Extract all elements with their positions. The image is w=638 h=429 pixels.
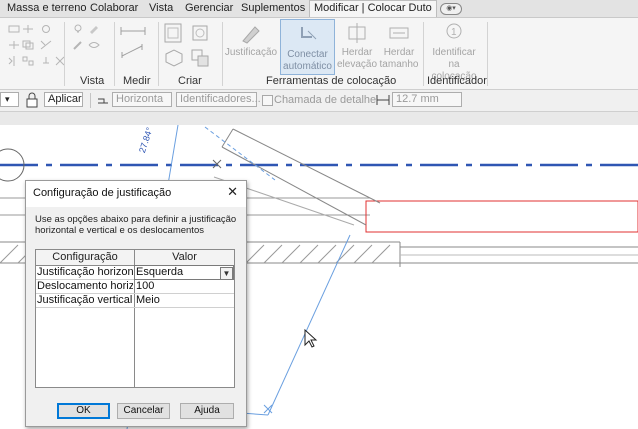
- inherit-elevation-icon: [348, 23, 366, 43]
- panel-label-medir: Medir: [123, 75, 151, 87]
- tab-gerenciar[interactable]: Gerenciar: [185, 2, 233, 14]
- inherit-elevation-button[interactable]: Herdar elevação: [337, 21, 377, 73]
- guide-line-right: [267, 234, 351, 416]
- callout-label: Chamada de detalhe: [274, 94, 377, 106]
- justification-dialog: Configuração de justificação ✕ Use as op…: [25, 180, 247, 427]
- ribbon: Vista Medir Criar Justificação Conectar a…: [0, 18, 638, 90]
- svg-text:1: 1: [451, 27, 457, 38]
- create-assembly-icon[interactable]: [190, 23, 210, 43]
- auto-connect-button[interactable]: Conectar automático: [280, 19, 335, 75]
- cancel-button[interactable]: Cancelar: [117, 403, 170, 419]
- tab-modificar-colocar-duto[interactable]: Modificar | Colocar Duto: [309, 0, 437, 17]
- distance-icon: [376, 95, 390, 105]
- copy-icon[interactable]: [22, 40, 34, 50]
- mouse-cursor: [304, 328, 318, 348]
- tag-field[interactable]: Identificadores...: [176, 92, 261, 107]
- pipe-orientation-icon: [98, 98, 108, 104]
- justification-icon: [242, 26, 260, 44]
- panel-label-identificador: Identificador: [427, 75, 487, 87]
- tag-on-placement-icon: 1: [446, 23, 462, 39]
- row-label-justificacao-horizontal: Justificação horizontal: [37, 266, 133, 278]
- selected-duct: [365, 200, 638, 233]
- dialog-body: Use as opções abaixo para definir a just…: [26, 207, 246, 426]
- create-group-icon[interactable]: [164, 23, 182, 43]
- help-button[interactable]: Ajuda: [180, 403, 234, 419]
- lightbulb-icon[interactable]: [72, 24, 84, 34]
- tab-vista[interactable]: Vista: [149, 2, 173, 14]
- align-icon[interactable]: [22, 24, 34, 34]
- view-header-strip: [0, 112, 638, 125]
- ribbon-minimize-icon[interactable]: ◉▾: [440, 3, 462, 15]
- dimension-icon[interactable]: [120, 44, 146, 58]
- panel-label-ferramentas: Ferramentas de colocação: [266, 75, 397, 87]
- brush-icon[interactable]: [72, 40, 84, 50]
- mirror-icon[interactable]: [8, 56, 20, 66]
- inherit-size-button[interactable]: Herdar tamanho: [379, 21, 419, 73]
- lock-icon[interactable]: [25, 92, 39, 108]
- tab-colaborar[interactable]: Colaborar: [90, 2, 138, 14]
- callout-checkbox[interactable]: [262, 95, 273, 106]
- horizontal-justification-dropdown[interactable]: Esquerda: [134, 265, 234, 280]
- create-similar-icon[interactable]: [190, 48, 210, 68]
- horizontal-offset-field[interactable]: 100: [135, 280, 232, 293]
- color-icon[interactable]: [88, 24, 100, 34]
- guide-line-dash: [204, 126, 276, 181]
- row-label-justificacao-vertical: Justificação vertical: [37, 294, 133, 306]
- close-icon[interactable]: ✕: [227, 184, 238, 200]
- tab-massa-e-terreno[interactable]: Massa e terreno: [7, 2, 86, 14]
- ok-button[interactable]: OK: [57, 403, 110, 419]
- dialog-title: Configuração de justificação: [33, 187, 172, 199]
- ribbon-tab-bar: Massa e terreno Colaborar Vista Gerencia…: [0, 0, 638, 18]
- justification-button[interactable]: Justificação: [224, 21, 278, 73]
- measure-icon[interactable]: [120, 26, 146, 36]
- panel-label-criar: Criar: [178, 75, 202, 87]
- options-bar: ▾ Aplicar Horizonta Identificadores... C…: [0, 90, 638, 112]
- column-header-config: Configuração: [36, 250, 134, 266]
- array-icon[interactable]: [22, 56, 34, 66]
- move-icon[interactable]: [8, 40, 20, 50]
- create-parts-icon[interactable]: [164, 48, 184, 68]
- tag-icon[interactable]: [8, 24, 20, 34]
- chevron-down-icon: ▾: [5, 94, 10, 104]
- inherit-size-icon: [389, 27, 409, 39]
- pin-icon[interactable]: [40, 56, 52, 66]
- tab-suplementos[interactable]: Suplementos: [241, 2, 305, 14]
- apply-button[interactable]: Aplicar: [44, 92, 83, 107]
- chevron-down-icon[interactable]: ▼: [220, 267, 233, 280]
- trim-icon[interactable]: [40, 40, 52, 50]
- row-label-deslocamento-horizontal: Deslocamento horizon: [37, 280, 133, 292]
- column-header-value: Valor: [135, 250, 234, 266]
- type-selector-dropdown[interactable]: ▾: [0, 92, 19, 107]
- rotate-icon[interactable]: [40, 24, 52, 34]
- orientation-dropdown[interactable]: Horizonta: [112, 92, 172, 107]
- tag-on-placement-button[interactable]: 1 Identificar na colocação: [425, 21, 483, 82]
- distance-field[interactable]: 12.7 mm: [392, 92, 462, 107]
- hide-icon[interactable]: [88, 40, 100, 50]
- auto-connect-icon: [300, 27, 316, 40]
- panel-label-vista: Vista: [80, 75, 105, 87]
- settings-grid: Configuração Valor Justificação horizont…: [35, 249, 235, 388]
- vertical-justification-dropdown[interactable]: Meio: [135, 294, 232, 307]
- dialog-description: Use as opções abaixo para definir a just…: [35, 214, 237, 236]
